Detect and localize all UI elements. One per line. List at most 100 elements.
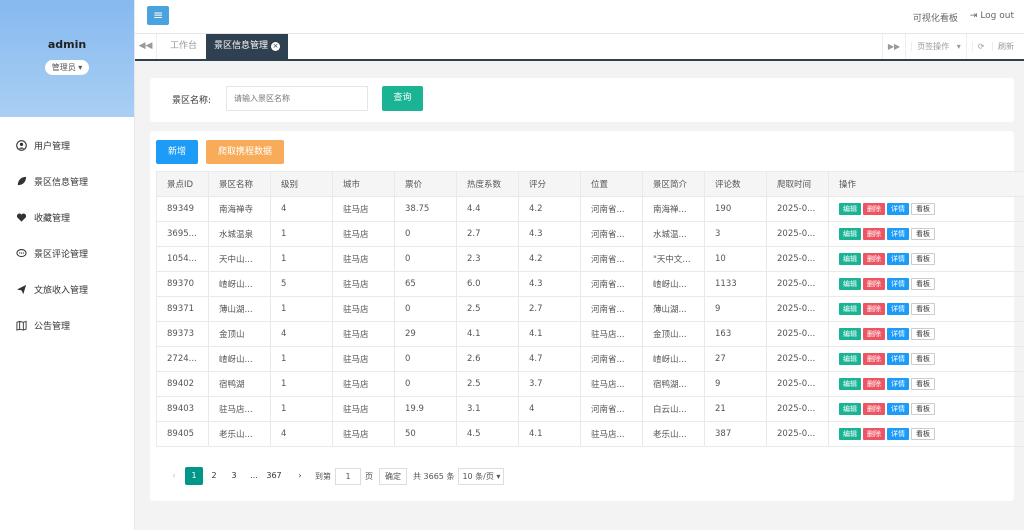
edit-button[interactable]: 编辑 [839,253,861,265]
page-button-last[interactable]: 367 [265,467,283,485]
tab-scenic-management[interactable]: 景区信息管理 × [206,34,289,59]
close-icon[interactable]: × [271,42,281,51]
table-cell: 19.9 [394,396,457,422]
page-ops-dropdown[interactable]: 页签操作 ▾ [905,34,966,59]
table-cell: 4.4 [456,196,519,222]
table-cell: 宿鸭湖... [642,371,705,397]
menu-toggle-button[interactable]: ≡ [147,6,169,25]
column-header: 热度系数 [456,171,519,197]
role-dropdown[interactable]: 管理员 ▾ [44,60,90,75]
board-button[interactable]: 看板 [911,203,935,215]
sidebar-item-announcements[interactable]: 公告管理 [0,307,134,343]
detail-button[interactable]: 详情 [887,328,909,340]
sidebar-item-comments[interactable]: 景区评论管理 [0,235,134,271]
edit-button[interactable]: 编辑 [839,228,861,240]
sidebar-item-favorites[interactable]: 收藏管理 [0,199,134,235]
table-cell: 驻马店... [580,421,643,447]
table-body: 89349 南海禅寺 4 驻马店 38.75 4.4 4.2 河南省... 南海禅... 190 2… [156,196,1024,447]
board-button[interactable]: 看板 [911,228,935,240]
table-cell: 驻马店 [332,296,395,322]
board-button[interactable]: 看板 [911,278,935,290]
board-button[interactable]: 看板 [911,328,935,340]
table-row: 1054... 天中山... 1 驻马店 0 2.3 4.2 河南省... "天中文... 10 2… [156,246,1024,272]
delete-button[interactable]: 删除 [863,228,885,240]
edit-button[interactable]: 编辑 [839,328,861,340]
detail-button[interactable]: 详情 [887,303,909,315]
row-actions: 编辑 删除 详情 看板 [828,396,1024,422]
delete-button[interactable]: 删除 [863,353,885,365]
board-button[interactable]: 看板 [911,403,935,415]
board-button[interactable]: 看板 [911,353,935,365]
table-cell: 薄山湖... [208,296,271,322]
goto-confirm-button[interactable]: 确定 [379,467,407,485]
table-cell: 2025-0... [766,396,829,422]
detail-button[interactable]: 详情 [887,353,909,365]
query-button[interactable]: 查询 [382,86,423,111]
paper-plane-icon [15,283,27,295]
edit-button[interactable]: 编辑 [839,353,861,365]
edit-button[interactable]: 编辑 [839,428,861,440]
logout-label: Log out [980,11,1014,21]
page-button-1[interactable]: 1 [185,467,203,485]
table-row: 2724... 嵖岈山... 1 驻马店 0 2.6 4.7 河南省... 嵖岈山... 27 20… [156,346,1024,372]
sidebar-item-scenic-management[interactable]: 景区信息管理 [0,163,134,199]
table-cell: 387 [704,421,767,447]
board-button[interactable]: 看板 [911,378,935,390]
table-cell: 2025-0... [766,246,829,272]
sidebar-item-income[interactable]: 文旅收入管理 [0,271,134,307]
edit-button[interactable]: 编辑 [839,303,861,315]
table-cell: 嵖岈山... [642,346,705,372]
delete-button[interactable]: 删除 [863,403,885,415]
tab-workbench[interactable]: 工作台 [162,34,205,59]
table-cell: 驻马店... [580,371,643,397]
board-button[interactable]: 看板 [911,428,935,440]
goto-page-input[interactable]: 1 [335,467,361,485]
page-button-2[interactable]: 2 [205,467,223,485]
crawl-ctrip-button[interactable]: 爬取携程数据 [206,140,284,164]
detail-button[interactable]: 详情 [887,228,909,240]
delete-button[interactable]: 删除 [863,278,885,290]
sidebar-item-user-management[interactable]: 用户管理 [0,127,134,163]
board-button[interactable]: 看板 [911,253,935,265]
detail-button[interactable]: 详情 [887,403,909,415]
logout-link[interactable]: ⇥ Log out [970,11,1014,24]
table-cell: 河南省... [580,221,643,247]
table-cell: 河南省... [580,246,643,272]
table-cell: 2.3 [456,246,519,272]
page-size-select[interactable]: 10 条/页 ▾ [458,467,505,485]
edit-button[interactable]: 编辑 [839,203,861,215]
detail-button[interactable]: 详情 [887,428,909,440]
delete-button[interactable]: 删除 [863,428,885,440]
detail-button[interactable]: 详情 [887,378,909,390]
search-input[interactable] [226,86,368,111]
table-cell: 驻马店 [332,421,395,447]
table-cell: 2.7 [456,221,519,247]
detail-button[interactable]: 详情 [887,253,909,265]
prev-page-button[interactable]: ‹ [165,467,183,485]
edit-button[interactable]: 编辑 [839,278,861,290]
add-button[interactable]: 新增 [156,140,198,164]
delete-button[interactable]: 删除 [863,378,885,390]
sidebar-item-label: 文旅收入管理 [34,285,89,296]
table-cell: 89371 [156,296,209,322]
column-header: 位置 [580,171,643,197]
dashboard-link[interactable]: 可视化看板 [913,11,958,24]
table-cell: 190 [704,196,767,222]
tab-scroll-right-button[interactable]: ▶▶ [881,34,905,59]
page-unit-label: 页 [365,471,373,481]
edit-button[interactable]: 编辑 [839,378,861,390]
board-button[interactable]: 看板 [911,303,935,315]
table-cell: 嵖岈山... [208,271,271,297]
delete-button[interactable]: 删除 [863,253,885,265]
edit-button[interactable]: 编辑 [839,403,861,415]
next-page-button[interactable]: › [291,467,309,485]
delete-button[interactable]: 删除 [863,203,885,215]
delete-button[interactable]: 删除 [863,328,885,340]
detail-button[interactable]: 详情 [887,278,909,290]
page-button-3[interactable]: 3 [225,467,243,485]
table-cell: 4 [270,196,333,222]
detail-button[interactable]: 详情 [887,203,909,215]
tab-scroll-left-button[interactable]: ◀◀ [135,34,157,59]
delete-button[interactable]: 删除 [863,303,885,315]
refresh-button[interactable]: ⟳ 刷新 [965,34,1024,59]
